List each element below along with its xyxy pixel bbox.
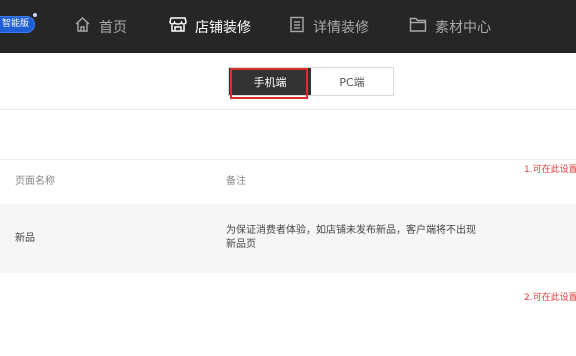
store-icon: [169, 16, 195, 37]
nav-item-shop-decoration[interactable]: 店铺装修: [169, 0, 251, 53]
hint-2: 2.可在此设置: [524, 293, 576, 303]
folder-icon: [409, 16, 435, 37]
nav-label-shop-decoration: 店铺装修: [195, 19, 251, 36]
hint-1: 1.可在此设置: [524, 165, 576, 175]
top-nav-bar: 智能版 首页 店铺装修 详情装修 素材中心: [0, 0, 576, 53]
edition-badge[interactable]: 智能版: [0, 16, 36, 33]
home-icon: [74, 16, 99, 37]
document-icon: [289, 16, 313, 37]
column-header-note: 备注: [226, 176, 246, 187]
badge-dot-icon: [33, 13, 37, 17]
nav-label-asset-center: 素材中心: [435, 19, 491, 36]
column-header-page-name: 页面名称: [15, 176, 55, 187]
note-cell: 为保证消费者体验，如店铺未发布新品，客户端将不出现新品页: [226, 225, 476, 250]
tab-pc[interactable]: PC端: [311, 68, 393, 95]
nav-label-detail-decoration: 详情装修: [313, 19, 369, 36]
nav-item-asset-center[interactable]: 素材中心: [409, 0, 491, 53]
nav-item-detail-decoration[interactable]: 详情装修: [289, 0, 369, 53]
highlight-box: [230, 68, 308, 99]
table-header: 页面名称 备注: [0, 159, 576, 204]
nav-item-home[interactable]: 首页: [74, 0, 127, 53]
page-name-cell: 新品: [15, 233, 35, 244]
table-row[interactable]: 新品 为保证消费者体验，如店铺未发布新品，客户端将不出现新品页: [0, 204, 576, 273]
nav-label-home: 首页: [99, 19, 127, 36]
